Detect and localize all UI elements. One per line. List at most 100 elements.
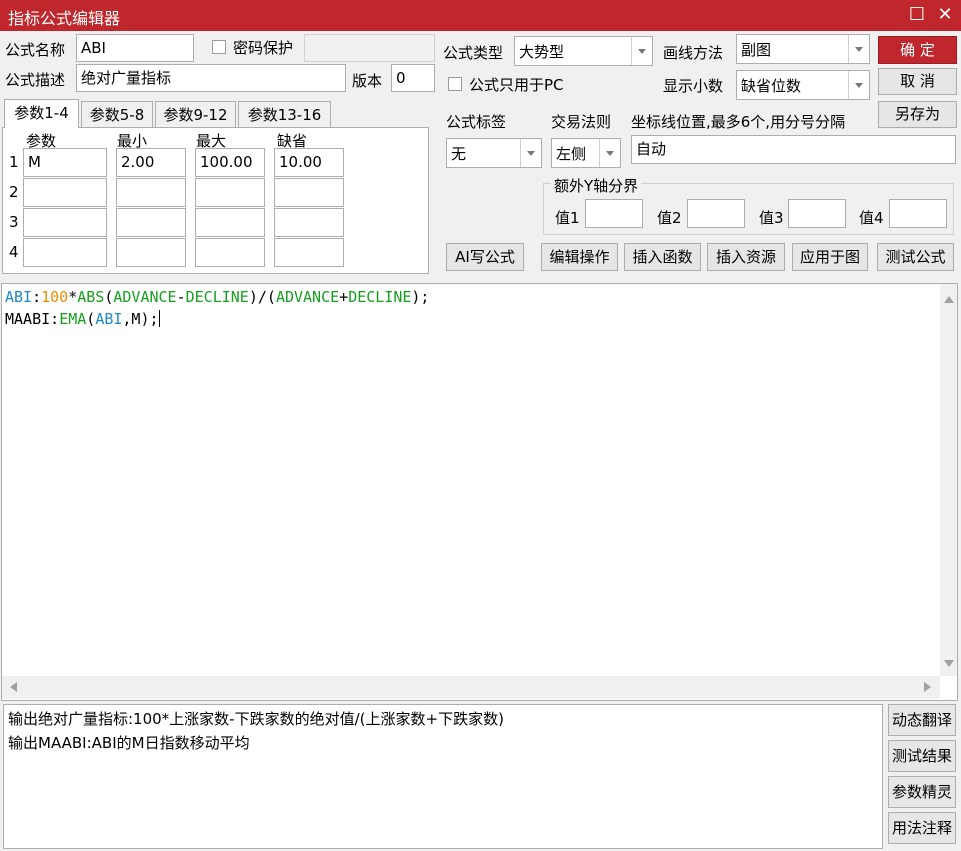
code-token: 100 (41, 288, 69, 306)
tab-params-13-16[interactable]: 参数13-16 (238, 101, 331, 128)
param-row-index: 2 (9, 183, 19, 201)
ok-button[interactable]: 确 定 (878, 36, 957, 64)
code-token: )/( (248, 288, 276, 306)
param-max-cell[interactable] (195, 238, 265, 267)
tab-params-1-4[interactable]: 参数1-4 (4, 99, 79, 128)
code-token: * (68, 288, 78, 306)
param-default-cell[interactable] (274, 178, 344, 207)
formula-desc-input[interactable]: 绝对广量指标 (76, 64, 346, 92)
dynamic-translate-button[interactable]: 动态翻译 (888, 704, 956, 736)
test-result-button[interactable]: 测试结果 (888, 740, 956, 772)
y-value-3-input[interactable] (788, 199, 846, 228)
password-checkbox[interactable] (212, 40, 226, 54)
edit-operations-button[interactable]: 编辑操作 (541, 243, 618, 271)
chevron-down-icon (520, 139, 541, 167)
y-value-4-input[interactable] (889, 199, 947, 228)
y-value-2-input[interactable] (687, 199, 745, 228)
usage-notes-button[interactable]: 用法注释 (888, 812, 956, 844)
param-min-cell[interactable] (116, 178, 186, 207)
password-label: 密码保护 (233, 39, 294, 57)
code-token: ABS (77, 288, 105, 306)
param-default-cell[interactable]: 10.00 (274, 148, 344, 177)
restore-icon[interactable]: ☐ (906, 3, 928, 27)
code-token: ADVANCE (275, 288, 340, 306)
param-name-cell[interactable] (23, 238, 107, 267)
trade-rule-select[interactable]: 左侧 (551, 138, 621, 168)
formula-desc-label: 公式描述 (5, 71, 66, 89)
code-token: DECLINE (185, 288, 249, 306)
test-formula-button[interactable]: 测试公式 (877, 243, 954, 271)
code-token: ,M); (122, 310, 159, 328)
pc-only-label: 公式只用于PC (469, 76, 564, 94)
y-value-4-label: 值4 (859, 209, 884, 227)
close-icon[interactable]: ✕ (934, 3, 956, 27)
param-min-cell[interactable]: 2.00 (116, 148, 186, 177)
tab-params-5-8[interactable]: 参数5-8 (81, 101, 153, 128)
chevron-down-icon (848, 71, 869, 99)
chevron-down-icon (848, 35, 869, 63)
code-line-1: ABI:100*ABS(ADVANCE-DECLINE)/(ADVANCE+DE… (5, 286, 429, 308)
draw-method-label: 画线方法 (663, 44, 724, 62)
param-name-cell[interactable]: M (23, 148, 107, 177)
param-name-cell[interactable] (23, 178, 107, 207)
scroll-up-icon[interactable] (944, 296, 954, 303)
param-max-cell[interactable]: 100.00 (195, 148, 265, 177)
formula-name-label: 公式名称 (5, 41, 66, 59)
formula-type-select[interactable]: 大势型 (514, 36, 653, 66)
save-as-button[interactable]: 另存为 (878, 101, 957, 128)
code-editor[interactable] (1, 283, 958, 701)
formula-type-label: 公式类型 (443, 44, 504, 62)
formula-type-value: 大势型 (519, 43, 565, 61)
insert-function-button[interactable]: 插入函数 (624, 243, 701, 271)
vertical-scrollbar[interactable] (940, 284, 957, 676)
window-title: 指标公式编辑器 (8, 9, 121, 28)
insert-resource-button[interactable]: 插入资源 (707, 243, 785, 271)
chevron-down-icon (631, 37, 652, 65)
code-line-2: MAABI:EMA(ABI,M); (5, 308, 160, 330)
tab-params-9-12[interactable]: 参数9-12 (155, 101, 236, 128)
code-token: ); (411, 288, 430, 306)
param-min-cell[interactable] (116, 208, 186, 237)
horizontal-scrollbar[interactable] (2, 676, 940, 699)
decimal-label: 显示小数 (663, 77, 724, 95)
param-max-cell[interactable] (195, 178, 265, 207)
code-token: ADVANCE (113, 288, 177, 306)
decimal-select[interactable]: 缺省位数 (736, 70, 870, 100)
scroll-down-icon[interactable] (944, 660, 954, 667)
param-row-index: 4 (9, 243, 19, 261)
param-row-index: 1 (9, 153, 19, 171)
version-input[interactable]: 0 (391, 64, 435, 92)
param-min-cell[interactable] (116, 238, 186, 267)
extra-y-axis-label: 额外Y轴分界 (551, 175, 642, 196)
param-default-cell[interactable] (274, 208, 344, 237)
ai-write-formula-button[interactable]: AI写公式 (446, 243, 524, 271)
cancel-button[interactable]: 取 消 (878, 68, 957, 95)
draw-method-select[interactable]: 副图 (736, 34, 870, 64)
chevron-down-icon (599, 139, 620, 167)
scroll-right-icon[interactable] (924, 682, 931, 692)
code-token: : (50, 310, 60, 328)
decimal-value: 缺省位数 (741, 77, 802, 95)
scroll-left-icon[interactable] (10, 682, 17, 692)
formula-name-input[interactable]: ABI (76, 34, 194, 62)
param-default-cell[interactable] (274, 238, 344, 267)
output-line-1: 输出绝对广量指标:100*上涨家数-下跌家数的绝对值/(上涨家数+下跌家数) (8, 710, 504, 728)
formula-tag-select[interactable]: 无 (446, 138, 542, 168)
trade-rule-label: 交易法则 (551, 113, 612, 131)
y-value-1-input[interactable] (585, 199, 643, 228)
apply-to-chart-button[interactable]: 应用于图 (792, 243, 868, 271)
pc-only-checkbox[interactable] (448, 77, 462, 91)
formula-tag-value: 无 (451, 145, 467, 163)
param-max-cell[interactable] (195, 208, 265, 237)
y-value-2-label: 值2 (657, 209, 682, 227)
param-wizard-button[interactable]: 参数精灵 (888, 776, 956, 808)
code-token: MAABI (5, 310, 51, 328)
code-token: : (32, 288, 42, 306)
draw-method-value: 副图 (741, 41, 772, 59)
output-line-2: 输出MAABI:ABI的M日指数移动平均 (8, 734, 250, 752)
param-name-cell[interactable] (23, 208, 107, 237)
axis-position-label: 坐标线位置,最多6个,用分号分隔 (631, 113, 846, 131)
axis-position-input[interactable]: 自动 (631, 135, 956, 164)
y-value-3-label: 值3 (759, 209, 784, 227)
code-token: + (339, 288, 349, 306)
